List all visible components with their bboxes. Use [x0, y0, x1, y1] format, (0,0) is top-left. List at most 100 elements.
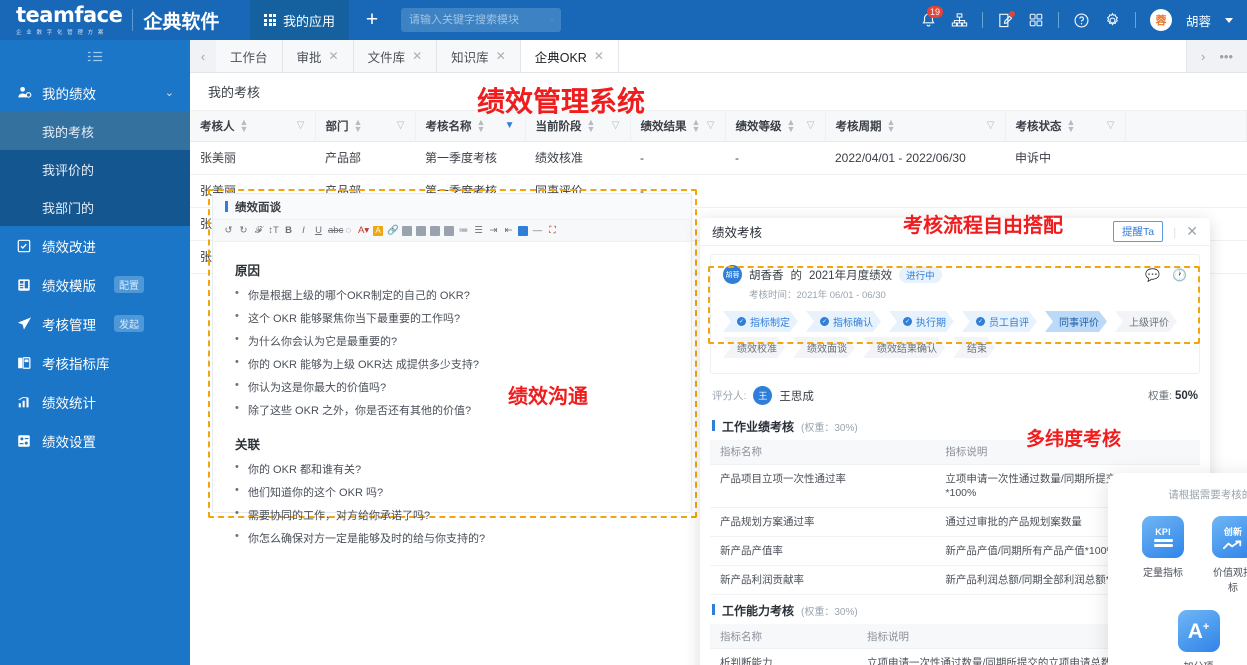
sidebar-item-indicator-library[interactable]: 考核指标库: [0, 343, 190, 382]
filter-icon[interactable]: ▽: [707, 120, 715, 131]
code-icon[interactable]: ⛶: [547, 225, 558, 236]
sidebar-item-my-assessment[interactable]: 我的考核: [0, 112, 190, 150]
sidebar-collapse-button[interactable]: [0, 40, 190, 73]
tab-close-icon[interactable]: ✕: [329, 49, 339, 63]
sidebar-item-assessment-management[interactable]: 考核管理 发起: [0, 304, 190, 343]
my-apps-button[interactable]: 我的应用: [250, 0, 349, 40]
italic-icon[interactable]: I: [298, 225, 309, 236]
column-header-department[interactable]: 部门▲▼▽: [315, 111, 415, 141]
sidebar-item-i-evaluated[interactable]: 我评价的: [0, 150, 190, 188]
workflow-step[interactable]: ✓指标确认: [806, 311, 881, 332]
filter-icon[interactable]: ▽: [612, 120, 620, 131]
filter-icon[interactable]: ▽: [397, 120, 405, 131]
font-size-icon[interactable]: ↕T: [268, 225, 279, 236]
tabs-scroll-left-button[interactable]: ‹: [190, 40, 216, 72]
comment-icon[interactable]: 💬: [1145, 268, 1160, 282]
indent-icon[interactable]: ⇥: [488, 225, 499, 236]
brand[interactable]: teamface 企 业 数 字 化 管 理 方 案 企典软件: [0, 5, 250, 36]
tab-file-library[interactable]: 文件库 ✕: [354, 40, 438, 72]
sidebar-item-performance-template[interactable]: 绩效模版 配置: [0, 265, 190, 304]
remind-button[interactable]: 提醒Ta: [1113, 221, 1163, 242]
sidebar-item-performance-statistics[interactable]: 绩效统计: [0, 382, 190, 421]
search-input[interactable]: [409, 14, 551, 26]
format-brush-icon[interactable]: 𝓕: [253, 225, 264, 236]
align-right-icon[interactable]: [430, 226, 440, 236]
workflow-step[interactable]: 绩效结果确认: [863, 337, 945, 358]
sort-icon[interactable]: ▲▼: [787, 119, 796, 133]
sort-icon[interactable]: ▲▼: [587, 119, 596, 133]
close-icon[interactable]: ✕: [1186, 223, 1198, 240]
apps-grid-button[interactable]: [1028, 12, 1044, 28]
chevron-down-icon[interactable]: [1225, 18, 1233, 23]
hr-icon[interactable]: —: [532, 225, 543, 236]
sidebar-item-my-performance[interactable]: 我的绩效 ⌄: [0, 73, 190, 112]
table-icon[interactable]: [518, 226, 528, 236]
sort-icon[interactable]: ▲▼: [887, 119, 896, 133]
filter-icon[interactable]: ▽: [1107, 120, 1115, 131]
settings-button[interactable]: [1104, 12, 1121, 29]
history-icon[interactable]: 🕐: [1172, 268, 1187, 282]
dimension-bonus[interactable]: A+ 加分项: [1176, 610, 1221, 665]
filter-icon[interactable]: ▽: [297, 120, 305, 131]
notifications-button[interactable]: 19: [920, 12, 937, 29]
add-app-button[interactable]: +: [349, 0, 395, 40]
tab-close-icon[interactable]: ✕: [594, 49, 604, 63]
column-header-status[interactable]: 考核状态▲▼▽: [1005, 111, 1125, 141]
align-center-icon[interactable]: [416, 226, 426, 236]
chevron-down-icon[interactable]: ⌄: [165, 86, 174, 99]
workflow-step[interactable]: ✓执行期: [889, 311, 954, 332]
tab-knowledge-base[interactable]: 知识库 ✕: [437, 40, 521, 72]
tab-workbench[interactable]: 工作台: [216, 40, 283, 72]
workflow-step[interactable]: 上级评价: [1115, 311, 1177, 332]
sort-icon[interactable]: ▲▼: [1067, 119, 1076, 133]
tab-close-icon[interactable]: ✕: [496, 49, 506, 63]
redo-icon[interactable]: ↻: [238, 225, 249, 236]
outdent-icon[interactable]: ⇤: [503, 225, 514, 236]
workflow-step-current[interactable]: 同事评价: [1045, 311, 1107, 332]
sort-icon[interactable]: ▲▼: [477, 119, 486, 133]
filter-icon[interactable]: ▽: [807, 120, 815, 131]
sidebar-item-my-department[interactable]: 我部门的: [0, 188, 190, 226]
workflow-step[interactable]: 结束: [953, 337, 995, 358]
org-chart-button[interactable]: [951, 12, 968, 29]
avatar[interactable]: 蓉: [1150, 9, 1172, 31]
sidebar-badge-launch[interactable]: 发起: [114, 315, 144, 332]
align-left-icon[interactable]: [402, 226, 412, 236]
underline-icon[interactable]: U: [313, 225, 324, 236]
bold-icon[interactable]: B: [283, 225, 294, 236]
tab-approval[interactable]: 审批 ✕: [283, 40, 354, 72]
workflow-step[interactable]: 绩效面谈: [793, 337, 855, 358]
filter-icon[interactable]: ▽: [987, 120, 995, 131]
sort-icon[interactable]: ▲▼: [354, 119, 363, 133]
sidebar-item-performance-improve[interactable]: 绩效改进: [0, 226, 190, 265]
font-color-icon[interactable]: A▾: [358, 225, 369, 236]
link-icon[interactable]: 🔗: [387, 225, 398, 236]
align-justify-icon[interactable]: [444, 226, 454, 236]
sidebar-badge-config[interactable]: 配置: [114, 276, 144, 293]
workflow-step[interactable]: ✓员工自评: [962, 311, 1037, 332]
tab-close-icon[interactable]: ✕: [412, 49, 422, 63]
help-button[interactable]: [1073, 12, 1090, 29]
table-row[interactable]: 张美丽 产品部 第一季度考核 绩效核准 - - 2022/04/01 - 202…: [190, 141, 1247, 174]
strikethrough-icon[interactable]: abc: [328, 225, 339, 236]
filter-icon[interactable]: ▼: [505, 120, 515, 131]
dimension-quantitative[interactable]: KPI 定量指标: [1140, 516, 1186, 594]
column-header-grade[interactable]: 绩效等级▲▼▽: [725, 111, 825, 141]
workflow-step[interactable]: ✓指标制定: [723, 311, 798, 332]
sort-icon[interactable]: ▲▼: [240, 119, 249, 133]
tabs-more-button[interactable]: •••: [1219, 49, 1233, 64]
sidebar-item-performance-settings[interactable]: 绩效设置: [0, 421, 190, 460]
compose-button[interactable]: [997, 12, 1014, 29]
module-search[interactable]: [401, 8, 561, 32]
highlight-color-icon[interactable]: A: [373, 226, 383, 236]
bullet-list-icon[interactable]: ☰: [473, 225, 484, 236]
undo-icon[interactable]: ↺: [223, 225, 234, 236]
column-header-period[interactable]: 考核周期▲▼▽: [825, 111, 1005, 141]
tabs-scroll-right-button[interactable]: ›: [1201, 49, 1205, 64]
sort-icon[interactable]: ▲▼: [692, 119, 701, 133]
dimension-values[interactable]: 创新 价值观指标: [1210, 516, 1247, 594]
column-header-person[interactable]: 考核人▲▼▽: [190, 111, 315, 141]
ordered-list-icon[interactable]: ≔: [458, 225, 469, 236]
tab-qidian-okr[interactable]: 企典OKR ✕: [521, 40, 619, 72]
eraser-icon[interactable]: ◌: [343, 225, 354, 236]
